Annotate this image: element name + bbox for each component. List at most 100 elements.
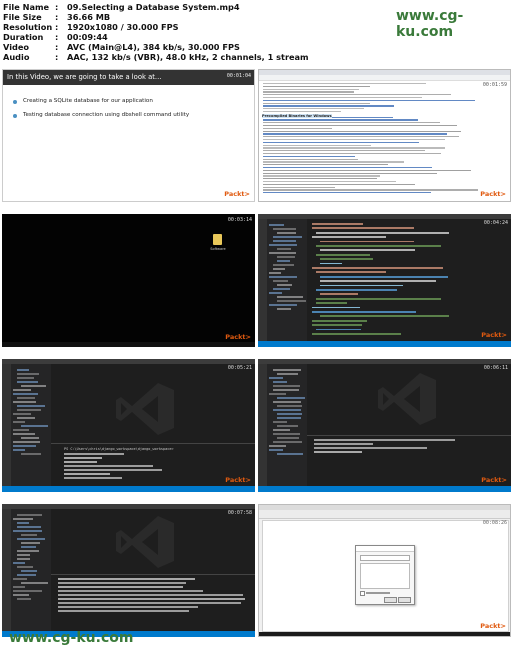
web-text-line [263,150,425,152]
web-text-line [263,125,457,127]
bullet-dot-1 [13,100,17,104]
timestamp: 00:05:21 [227,365,252,371]
code-line [320,240,414,243]
code-line [316,245,441,247]
web-text-line [263,97,422,99]
web-text-line [263,136,459,138]
web-text-line [263,155,355,158]
terminal-output [2,359,255,492]
thumbnail-vscode-dbshell: Packt> 00:06:11 [258,359,511,492]
app-toolbar [259,510,510,519]
web-text-line [263,189,478,191]
web-text-line [263,99,475,102]
info-row-audio: Audio: AAC, 132 kb/s (VBR), 48.0 kHz, 2 c… [3,52,309,62]
timestamp: 00:04:24 [483,220,508,226]
terminal-line [64,469,162,471]
web-page-content [259,81,510,196]
web-text-line [263,139,445,141]
web-text-line [263,85,370,88]
packt-logo: Packt> [224,190,250,198]
code-line [316,297,441,300]
dialog-checkbox[interactable] [360,591,365,596]
web-section-title: Precompiled Binaries for Windows [262,114,332,118]
vscode-status-bar [2,486,255,492]
packt-logo: Packt> [480,190,506,198]
web-text-line [263,108,364,110]
terminal-line [58,594,243,596]
terminal-line [58,586,183,588]
code-line [320,275,448,278]
timestamp: 00:03:14 [227,217,252,223]
code-line [316,302,347,304]
web-text-line [263,88,359,90]
terminal-line [58,582,186,584]
code-line [312,227,414,230]
web-text-line [263,111,341,113]
thumbnail-desktop: Software Packt> 00:03:14 [2,214,255,347]
web-text-line [263,183,415,186]
timestamp: 00:08:26 [482,520,507,526]
terminal-line [314,447,427,449]
packt-logo: Packt> [225,333,251,341]
code-line [320,280,436,282]
packt-logo: Packt> [481,331,507,339]
thumbnail-vscode-settings: Packt> 00:04:24 [258,214,511,347]
code-line [320,284,403,287]
bullet-text-2: Testing database connection using dbshel… [23,112,190,118]
terminal-line [314,443,373,445]
packt-logo: Packt> [481,476,507,484]
web-text-line [263,192,431,194]
web-text-line [263,161,404,163]
dialog-input[interactable] [360,555,410,561]
desktop-icon-label: Software [210,247,226,251]
thumbnail-browser: Precompiled Binaries for Windows Packt> … [258,69,511,202]
web-text-line [263,83,426,85]
code-line [316,231,449,234]
slide-title-bar: In this Video, we are going to take a lo… [3,70,254,85]
code-line [320,249,415,252]
terminal-line [64,457,102,459]
code-line [312,319,367,322]
terminal-line [58,606,198,608]
terminal-line [58,610,189,612]
thumbnail-slide: In this Video, we are going to take a lo… [2,69,255,202]
terminal-line [58,590,203,592]
web-text-line [263,186,335,188]
code-line [312,324,362,326]
thumbnail-vscode-schema: 00:07:58 [2,504,255,637]
web-text-line [263,94,451,96]
dialog-cancel-button[interactable] [398,597,411,603]
web-text-line [263,178,377,180]
terminal-line [64,461,97,463]
terminal-line [314,451,362,453]
web-text-line [263,158,358,160]
terminal-line [64,473,110,475]
code-line [320,262,342,265]
dialog-window [355,545,415,605]
bullet-text-1: Creating a SQLite database for our appli… [23,98,153,104]
code-line [312,236,386,238]
web-text-line [263,175,380,177]
dialog-title-bar [356,546,414,552]
watermark-top: www.cg-ku.com [396,8,464,40]
terminal-output [258,359,511,492]
terminal-output [2,504,255,637]
dialog-ok-button[interactable] [384,597,397,603]
terminal-line [58,602,241,604]
dialog-list[interactable] [360,563,410,589]
code-line [316,289,397,291]
thumbnail-db-browser: Packt> 00:08:26 [258,504,511,637]
web-text-line [263,102,370,104]
code-line [312,333,401,335]
thumbnail-vscode-terminal: PS C:\Users\chris\django_workspace\djang… [2,359,255,492]
vscode-status-bar [258,341,511,347]
web-text-line [263,127,332,130]
terminal-line [64,453,124,455]
web-text-line [263,169,471,172]
timestamp: 00:06:11 [483,365,508,371]
terminal-line [58,578,195,580]
taskbar [259,632,510,636]
video-info-header: File Name:09.Selecting a Database System… [0,0,512,62]
packt-logo: Packt> [225,476,251,484]
web-text-line [263,153,441,155]
